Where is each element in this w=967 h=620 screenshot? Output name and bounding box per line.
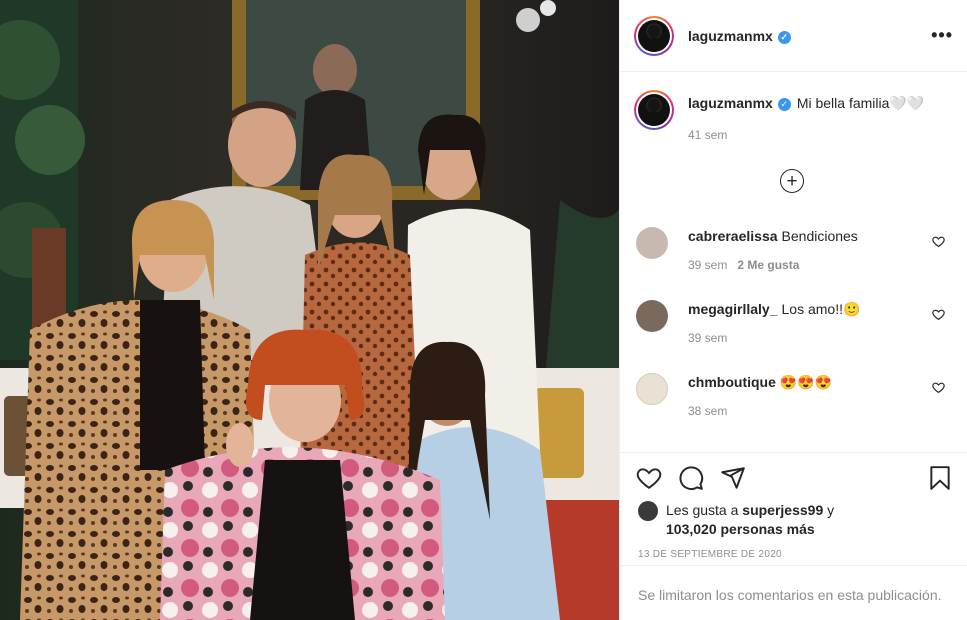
comments-limited-notice: Se limitaron los comentarios en esta pub… xyxy=(620,565,967,603)
post-date[interactable]: 13 de septiembre de 2020 xyxy=(620,539,967,560)
comment-text: Los amo!!🙂 xyxy=(781,301,861,317)
post-caption: laguzmanmx ✓ Mi bella familia🤍🤍 41 sem xyxy=(634,90,953,144)
more-options-icon[interactable]: ••• xyxy=(931,25,953,46)
comment-item: chmboutique 😍😍😍 38 sem xyxy=(636,370,953,443)
commenter-avatar[interactable] xyxy=(636,300,668,332)
load-more-comments-icon[interactable]: + xyxy=(780,169,804,193)
heart-icon[interactable] xyxy=(636,465,662,491)
post-header: laguzmanmx ✓ ••• xyxy=(620,0,967,72)
comment-text: 😍😍😍 xyxy=(779,374,833,390)
commenter-avatar[interactable] xyxy=(636,373,668,405)
post-side-panel: laguzmanmx ✓ ••• laguzmanmx ✓ Mi bella fami… xyxy=(619,0,967,620)
caption-timestamp[interactable]: 41 sem xyxy=(688,126,924,144)
action-bar xyxy=(620,453,967,491)
heart-icon[interactable] xyxy=(932,235,945,248)
likes-summary: Les gusta a superjess99 y 103,020 person… xyxy=(620,491,967,539)
comment-timestamp[interactable]: 38 sem xyxy=(688,404,727,418)
comment-timestamp[interactable]: 39 sem xyxy=(688,331,727,345)
heart-icon[interactable] xyxy=(932,308,945,321)
commenter-username[interactable]: cabreraelissa xyxy=(688,228,778,244)
liker-username[interactable]: superjess99 xyxy=(742,502,823,518)
caption-author-avatar[interactable] xyxy=(634,90,674,130)
family-photo-illustration xyxy=(0,0,619,620)
verified-badge-icon: ✓ xyxy=(777,97,791,111)
caption-username[interactable]: laguzmanmx xyxy=(688,95,773,111)
comment-likes[interactable]: 2 Me gusta xyxy=(737,258,799,272)
verified-badge-icon: ✓ xyxy=(777,30,791,44)
comment-icon[interactable] xyxy=(678,465,704,491)
share-icon[interactable] xyxy=(720,465,746,491)
liker-avatar[interactable] xyxy=(638,501,658,521)
comments-list: cabreraelissa Bendiciones 39 sem 2 Me gust… xyxy=(636,224,953,452)
post-photo[interactable] xyxy=(0,0,619,620)
author-avatar[interactable] xyxy=(634,15,674,56)
likes-connector: y xyxy=(823,502,835,518)
post-actions-area: Les gusta a superjess99 y 103,020 person… xyxy=(620,452,967,620)
caption-text: Mi bella familia🤍🤍 xyxy=(796,95,925,111)
commenter-avatar[interactable] xyxy=(636,227,668,259)
comment-item: megagirllaly_ Los amo!!🙂 39 sem xyxy=(636,297,953,370)
heart-icon[interactable] xyxy=(932,381,945,394)
comment-item: cabreraelissa Bendiciones 39 sem 2 Me gust… xyxy=(636,224,953,297)
bookmark-icon[interactable] xyxy=(927,465,953,491)
likes-count[interactable]: 103,020 personas más xyxy=(666,521,815,537)
commenter-username[interactable]: megagirllaly_ xyxy=(688,301,778,317)
likes-prefix: Les gusta a xyxy=(666,502,743,518)
commenter-username[interactable]: chmboutique xyxy=(688,374,776,390)
comment-text: Bendiciones xyxy=(781,228,858,244)
author-username[interactable]: laguzmanmx ✓ xyxy=(688,28,791,44)
comment-timestamp[interactable]: 39 sem xyxy=(688,258,727,272)
